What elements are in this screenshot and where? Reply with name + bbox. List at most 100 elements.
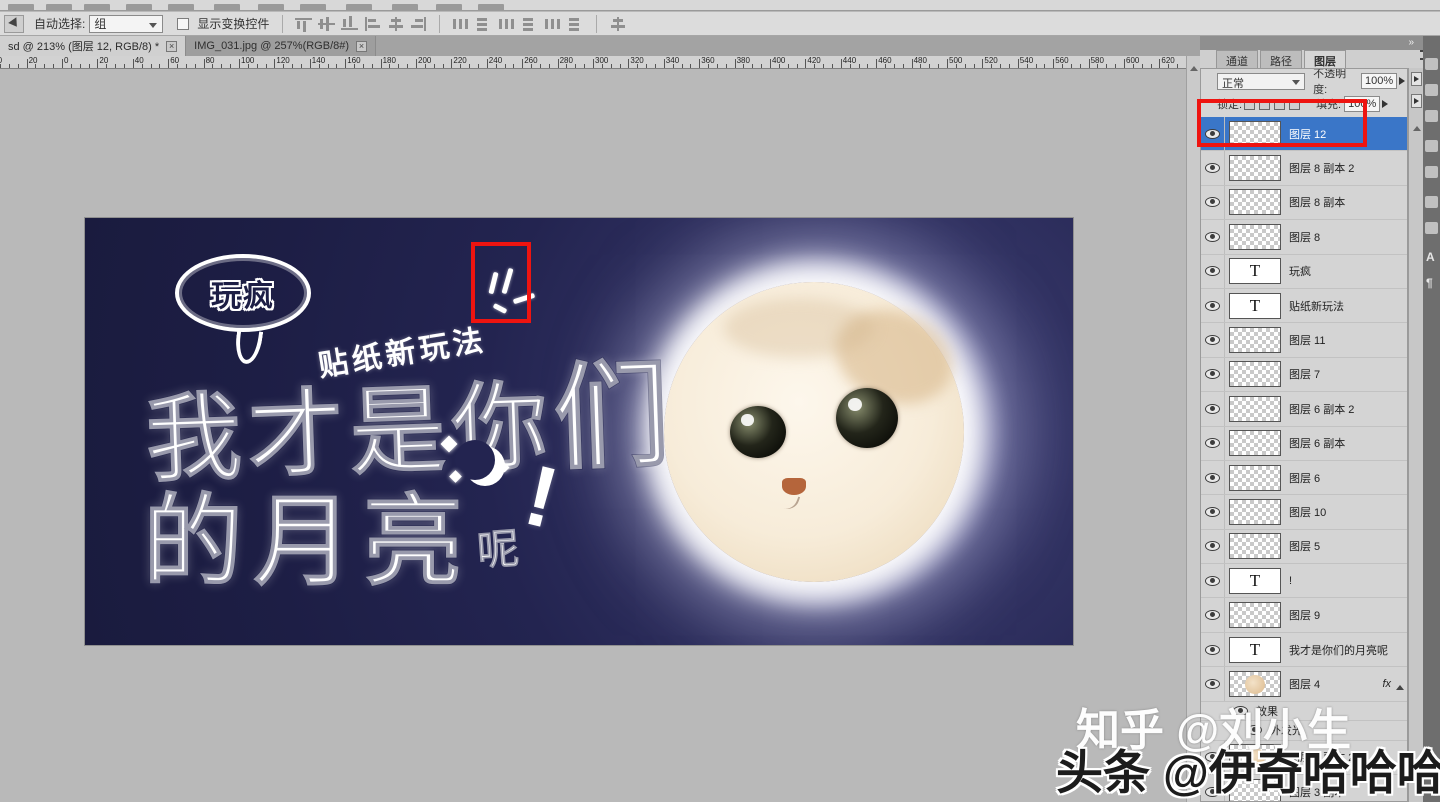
layer-row[interactable]: 图层 6 副本 2 bbox=[1201, 392, 1408, 426]
visibility-toggle[interactable] bbox=[1201, 564, 1225, 597]
layer-thumbnail[interactable] bbox=[1229, 533, 1281, 559]
layer-row[interactable]: 图层 6 bbox=[1201, 461, 1408, 495]
adjustments-panel-icon[interactable] bbox=[1425, 196, 1438, 208]
close-icon[interactable]: × bbox=[356, 41, 367, 52]
text-layer-thumbnail[interactable]: T bbox=[1229, 568, 1281, 594]
blend-mode-dropdown[interactable]: 正常 bbox=[1217, 73, 1305, 90]
layer-name[interactable]: 图层 11 bbox=[1289, 332, 1325, 348]
layer-name[interactable]: 图层 6 副本 bbox=[1289, 435, 1345, 451]
align-bottom-icon[interactable] bbox=[341, 17, 358, 31]
layer-row[interactable]: 图层 5 bbox=[1201, 530, 1408, 564]
text-layer-thumbnail[interactable]: T bbox=[1229, 637, 1281, 663]
distribute-top-icon[interactable] bbox=[521, 17, 538, 31]
close-icon[interactable]: × bbox=[166, 41, 177, 52]
tab-paths[interactable]: 路径 bbox=[1260, 50, 1302, 68]
history-panel-icon[interactable] bbox=[1425, 58, 1438, 70]
layer-row[interactable]: 图层 7 bbox=[1201, 358, 1408, 392]
collapse-panels-icon[interactable]: » bbox=[1408, 37, 1414, 48]
scroll-up-icon[interactable] bbox=[1413, 122, 1421, 131]
document-vertical-scrollbar[interactable] bbox=[1186, 56, 1200, 802]
visibility-toggle[interactable] bbox=[1201, 323, 1225, 356]
layer-row[interactable]: T玩疯 bbox=[1201, 255, 1408, 289]
menu-item-truncated[interactable] bbox=[392, 4, 418, 11]
brush-panel-icon[interactable] bbox=[1425, 110, 1438, 122]
opacity-field[interactable]: 100% bbox=[1361, 73, 1397, 89]
menu-item-truncated[interactable] bbox=[168, 4, 194, 11]
text-layer-thumbnail[interactable]: T bbox=[1229, 293, 1281, 319]
banner-artwork[interactable]: 玩疯 贴纸新玩法 我才是你们 的月亮 呢 ! bbox=[85, 218, 1073, 645]
visibility-toggle[interactable] bbox=[1201, 461, 1225, 494]
align-left-icon[interactable] bbox=[364, 17, 381, 31]
info-panel-icon[interactable] bbox=[1425, 140, 1438, 152]
distribute-horizontal-icon[interactable] bbox=[452, 17, 469, 31]
auto-select-dropdown[interactable]: 组 bbox=[89, 15, 163, 33]
distribute-right-icon[interactable] bbox=[544, 17, 561, 31]
menu-item-truncated[interactable] bbox=[8, 4, 34, 11]
layer-row[interactable]: 图层 8 bbox=[1201, 220, 1408, 254]
fx-badge[interactable]: fx bbox=[1382, 678, 1391, 690]
auto-align-icon[interactable] bbox=[609, 17, 626, 31]
layer-name[interactable]: 我才是你们的月亮呢 bbox=[1289, 642, 1388, 658]
align-top-icon[interactable] bbox=[295, 17, 312, 31]
visibility-toggle[interactable] bbox=[1201, 358, 1225, 391]
layer-thumbnail[interactable] bbox=[1229, 189, 1281, 215]
visibility-toggle[interactable] bbox=[1201, 598, 1225, 631]
layer-row[interactable]: 图层 6 副本 bbox=[1201, 427, 1408, 461]
layer-name[interactable]: 图层 8 副本 2 bbox=[1289, 160, 1354, 176]
layer-name[interactable]: 图层 5 bbox=[1289, 538, 1320, 554]
move-tool-icon[interactable] bbox=[4, 15, 24, 33]
fill-arrow-icon[interactable] bbox=[1411, 94, 1422, 108]
fx-collapse-icon[interactable] bbox=[1396, 681, 1404, 690]
layer-name[interactable]: 图层 7 bbox=[1289, 366, 1320, 382]
text-layer-thumbnail[interactable]: T bbox=[1229, 258, 1281, 284]
distribute-left-icon[interactable] bbox=[498, 17, 515, 31]
layer-row[interactable]: 图层 9 bbox=[1201, 598, 1408, 632]
visibility-toggle[interactable] bbox=[1201, 495, 1225, 528]
layer-name[interactable]: 图层 6 bbox=[1289, 470, 1320, 486]
document-tab-img031[interactable]: IMG_031.jpg @ 257%(RGB/8#) × bbox=[186, 36, 376, 56]
visibility-toggle[interactable] bbox=[1201, 392, 1225, 425]
layer-name[interactable]: 图层 8 bbox=[1289, 229, 1320, 245]
distribute-bottom-icon[interactable] bbox=[567, 17, 584, 31]
canvas-pasteboard[interactable]: 玩疯 贴纸新玩法 我才是你们 的月亮 呢 ! bbox=[0, 69, 1186, 802]
layer-thumbnail[interactable] bbox=[1229, 327, 1281, 353]
distribute-vertical-icon[interactable] bbox=[475, 17, 492, 31]
clone-source-panel-icon[interactable] bbox=[1425, 84, 1438, 96]
layer-name[interactable]: 图层 8 副本 bbox=[1289, 194, 1345, 210]
menu-item-truncated[interactable] bbox=[346, 4, 372, 11]
align-middle-icon[interactable] bbox=[318, 17, 335, 31]
layer-name[interactable]: 图层 4 bbox=[1289, 676, 1320, 692]
layer-thumbnail[interactable] bbox=[1229, 155, 1281, 181]
visibility-toggle[interactable] bbox=[1201, 186, 1225, 219]
layer-row[interactable]: T 我才是你们的月亮呢 bbox=[1201, 633, 1408, 667]
layer-thumbnail[interactable] bbox=[1229, 396, 1281, 422]
layer-thumbnail[interactable] bbox=[1229, 499, 1281, 525]
menu-item-truncated[interactable] bbox=[126, 4, 152, 11]
tab-layers[interactable]: 图层 bbox=[1304, 50, 1346, 68]
layer-name[interactable]: ! bbox=[1289, 575, 1292, 587]
visibility-toggle[interactable] bbox=[1201, 530, 1225, 563]
layer-name[interactable]: 图层 6 副本 2 bbox=[1289, 401, 1354, 417]
character-panel-icon[interactable]: A bbox=[1426, 250, 1435, 264]
menu-item-truncated[interactable] bbox=[478, 4, 504, 11]
visibility-toggle[interactable] bbox=[1201, 220, 1225, 253]
layer-name[interactable]: 图层 9 bbox=[1289, 607, 1320, 623]
layer-name[interactable]: 贴纸新玩法 bbox=[1289, 298, 1344, 314]
opacity-slider-icon[interactable] bbox=[1399, 77, 1408, 85]
layer-thumbnail[interactable] bbox=[1229, 602, 1281, 628]
visibility-toggle[interactable] bbox=[1201, 427, 1225, 460]
document-tab-psd[interactable]: sd @ 213% (图层 12, RGB/8) * × bbox=[0, 36, 186, 56]
paragraph-panel-icon[interactable]: ¶ bbox=[1426, 276, 1433, 290]
layer-thumbnail[interactable] bbox=[1229, 224, 1281, 250]
layer-row[interactable]: 图层 10 bbox=[1201, 495, 1408, 529]
opacity-arrow-icon[interactable] bbox=[1411, 72, 1422, 86]
scroll-up-icon[interactable] bbox=[1190, 62, 1198, 71]
layer-row[interactable]: 图层 11 bbox=[1201, 323, 1408, 357]
tab-channels[interactable]: 通道 bbox=[1216, 50, 1258, 68]
menu-item-truncated[interactable] bbox=[214, 4, 240, 11]
layer-row[interactable]: T! bbox=[1201, 564, 1408, 598]
masks-panel-icon[interactable] bbox=[1425, 222, 1438, 234]
visibility-toggle[interactable] bbox=[1201, 289, 1225, 322]
visibility-toggle[interactable] bbox=[1201, 633, 1225, 666]
layer-row[interactable]: 图层 8 副本 2 bbox=[1201, 151, 1408, 185]
